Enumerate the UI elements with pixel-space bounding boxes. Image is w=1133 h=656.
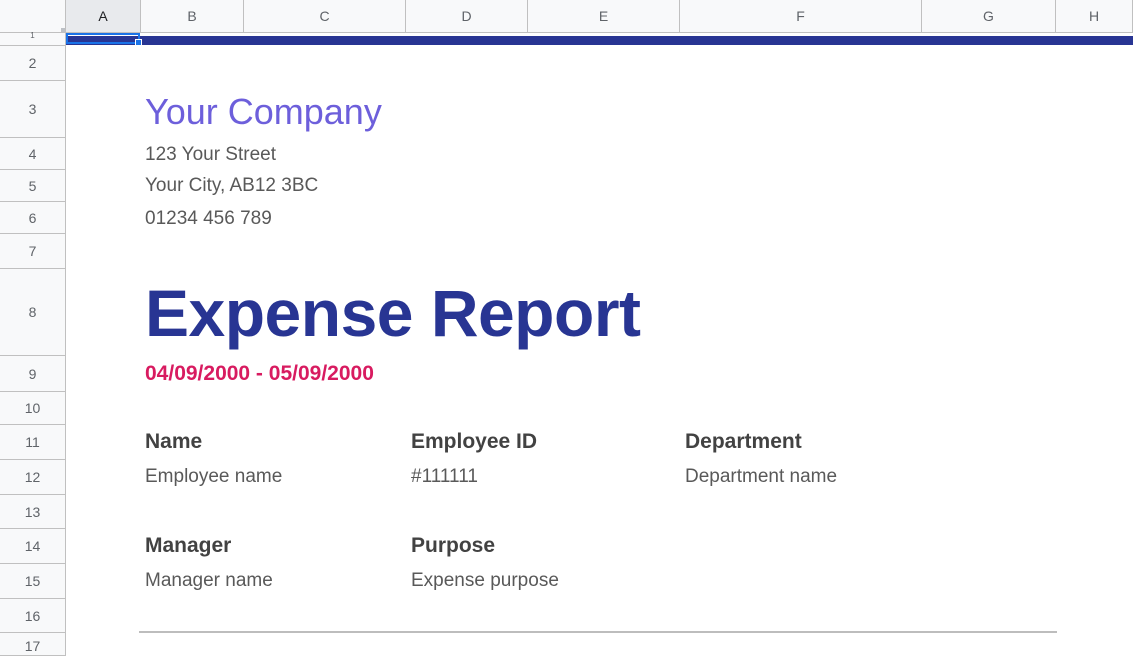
row-header-17[interactable]: 17	[0, 633, 65, 656]
department-value[interactable]: Department name	[685, 466, 837, 488]
company-street[interactable]: 123 Your Street	[145, 144, 276, 166]
column-header-e[interactable]: E	[528, 0, 680, 32]
row-header-9[interactable]: 9	[0, 356, 65, 392]
select-all-corner[interactable]	[0, 0, 66, 33]
row-header-6[interactable]: 6	[0, 202, 65, 234]
row-headers: 1 2 3 4 5 6 7 8 9 10 11 12 13 14 15 16 1…	[0, 32, 66, 656]
row-header-16[interactable]: 16	[0, 599, 65, 633]
section-divider	[139, 631, 1057, 633]
purpose-value[interactable]: Expense purpose	[411, 570, 559, 592]
employee-id-label[interactable]: Employee ID	[411, 430, 537, 454]
column-header-f[interactable]: F	[680, 0, 922, 32]
row-header-1[interactable]: 1	[0, 32, 65, 46]
row-header-11[interactable]: 11	[0, 425, 65, 460]
row-header-8[interactable]: 8	[0, 269, 65, 356]
department-label[interactable]: Department	[685, 430, 802, 454]
selected-cell[interactable]	[66, 33, 140, 44]
manager-value[interactable]: Manager name	[145, 570, 273, 592]
company-city[interactable]: Your City, AB12 3BC	[145, 175, 318, 197]
fill-handle[interactable]	[135, 39, 142, 46]
row-header-5[interactable]: 5	[0, 170, 65, 202]
column-headers: A B C D E F G H	[66, 0, 1133, 33]
row-header-7[interactable]: 7	[0, 234, 65, 269]
corner-marker	[61, 28, 65, 32]
manager-label[interactable]: Manager	[145, 534, 231, 558]
employee-id-value[interactable]: #111111	[411, 466, 478, 488]
purpose-label[interactable]: Purpose	[411, 534, 495, 558]
row-header-14[interactable]: 14	[0, 529, 65, 564]
row-header-10[interactable]: 10	[0, 392, 65, 425]
company-phone[interactable]: 01234 456 789	[145, 208, 272, 230]
row-header-12[interactable]: 12	[0, 460, 65, 495]
column-header-c[interactable]: C	[244, 0, 406, 32]
company-name[interactable]: Your Company	[145, 91, 382, 133]
column-header-g[interactable]: G	[922, 0, 1056, 32]
column-header-d[interactable]: D	[406, 0, 528, 32]
row-header-2[interactable]: 2	[0, 46, 65, 81]
row-header-15[interactable]: 15	[0, 564, 65, 599]
row-header-13[interactable]: 13	[0, 495, 65, 529]
row-header-4[interactable]: 4	[0, 138, 65, 170]
name-value[interactable]: Employee name	[145, 466, 282, 488]
report-date-range[interactable]: 04/09/2000 - 05/09/2000	[145, 362, 374, 386]
report-title[interactable]: Expense Report	[145, 275, 641, 351]
column-header-h[interactable]: H	[1056, 0, 1133, 32]
column-header-b[interactable]: B	[141, 0, 244, 32]
column-header-a[interactable]: A	[66, 0, 141, 32]
name-label[interactable]: Name	[145, 430, 202, 454]
row-header-3[interactable]: 3	[0, 81, 65, 138]
sheet-grid[interactable]: Your Company 123 Your Street Your City, …	[66, 33, 1133, 656]
header-accent-bar	[66, 36, 1133, 45]
